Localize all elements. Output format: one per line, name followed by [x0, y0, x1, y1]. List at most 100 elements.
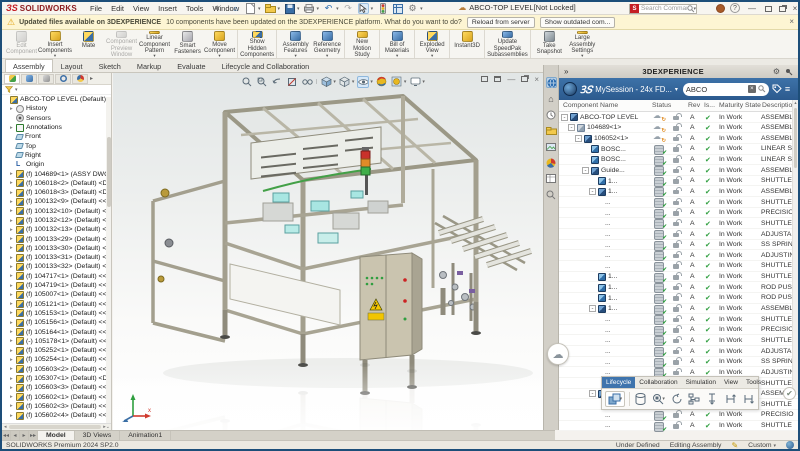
ribbon-button[interactable]: Edit Component ▾ [5, 30, 38, 58]
options-dropdown-icon[interactable]: ▾ [420, 6, 423, 12]
graphics-viewport[interactable]: | ▾ ▾ ▾ ▾ ▾ — × [113, 73, 543, 430]
component-row[interactable]: 1... A ✔ In Work ROD PUSHE [559, 293, 798, 304]
tree-item[interactable]: ▸ (f) 100132<12> (Default) <<Defa [2, 216, 111, 225]
col-component-name[interactable]: Component Name [563, 102, 618, 109]
command-tab[interactable]: Evaluate [169, 59, 213, 72]
structure-icon[interactable] [687, 392, 701, 406]
tree-item[interactable]: ▸ (f) 100133<31> (Default) <<Defa [2, 253, 111, 262]
platform-globe-icon[interactable] [563, 82, 577, 96]
panel-tab[interactable]: Lifecycle [602, 377, 635, 388]
print-dropdown-icon[interactable]: ▾ [317, 6, 320, 12]
ribbon-button[interactable]: Reference Geometry ▾ [312, 30, 345, 58]
menu-item[interactable]: Edit [111, 4, 124, 13]
component-row[interactable]: ... A ✔ In Work PRECISION [559, 208, 798, 219]
tab-display-manager[interactable] [72, 74, 88, 84]
model-tab[interactable]: Model [38, 431, 75, 440]
row-expand-icon[interactable] [596, 337, 603, 344]
command-tab[interactable]: Markup [129, 59, 169, 72]
tab-configuration-manager[interactable] [38, 74, 54, 84]
row-expand-icon[interactable] [596, 199, 603, 206]
cad-model[interactable] [113, 73, 543, 430]
tree-item[interactable]: ▸ (-) 105178<1> (Default) <<Defa [2, 337, 111, 346]
tabs-scroll-left-icon[interactable]: ◂ [11, 431, 20, 440]
tab-dimxpert-manager[interactable] [55, 74, 71, 84]
model-tab[interactable]: 3D Views [75, 431, 121, 440]
component-row[interactable]: ... A ✔ In Work SHUTTLE PI [559, 197, 798, 208]
tree-item[interactable]: ▸ (f) 105603<2> (Default) <<Defa [2, 365, 111, 374]
notification-close-icon[interactable]: × [789, 17, 794, 26]
session-chevron-icon[interactable]: ▾ [675, 86, 678, 93]
component-row[interactable]: ... A ✔ In Work SHUTTLE R [559, 261, 798, 272]
tree-item[interactable]: ▸ (f) 104719<1> (Default) <<Defa [2, 281, 111, 290]
new-document-icon[interactable] [245, 3, 256, 14]
component-row[interactable]: - 1... A ✔ In Work ASSEMBLY, [559, 186, 798, 197]
col-status[interactable]: Status [652, 102, 671, 109]
previous-view-icon[interactable] [271, 76, 283, 88]
row-expand-icon[interactable] [596, 316, 603, 323]
col-rev[interactable]: Rev [688, 102, 700, 109]
new-window-icon[interactable] [481, 75, 488, 84]
view-settings-icon[interactable] [409, 76, 421, 88]
row-expand-icon[interactable]: - [589, 390, 596, 397]
options-icon[interactable]: ⚙ [407, 3, 418, 14]
3dexperience-tab-icon[interactable] [546, 77, 557, 88]
reload-from-server-button[interactable]: Reload from server [467, 17, 535, 28]
tree-item[interactable]: ▸ (f) 105164<1> (Default) <<Defa [2, 327, 111, 336]
close-button[interactable]: × [789, 3, 800, 14]
search-tab-icon[interactable] [546, 189, 557, 200]
row-expand-icon[interactable]: - [589, 188, 596, 195]
search-dropdown-icon[interactable]: ▾ [693, 6, 696, 12]
doc-minimize-icon[interactable]: — [507, 75, 515, 84]
tree-vertical-scrollbar[interactable] [106, 97, 111, 423]
row-expand-icon[interactable] [596, 348, 603, 355]
units-selector[interactable]: Custom ▾ [748, 442, 776, 449]
doc-close-icon[interactable]: × [534, 75, 539, 84]
lifecycle-actions-icon[interactable]: ▾ [605, 391, 625, 407]
tree-item[interactable]: Top [2, 141, 111, 150]
tabs-scroll-last-icon[interactable]: ▸▸ [29, 431, 38, 440]
recent-tab-icon[interactable] [546, 109, 557, 120]
tree-horizontal-scrollbar[interactable]: ◂ ▸ ⌄ [2, 423, 112, 430]
row-expand-icon[interactable] [596, 359, 603, 366]
row-expand-icon[interactable] [596, 242, 603, 249]
row-expand-icon[interactable] [596, 210, 603, 217]
tree-item[interactable]: ▸ (f) 100132<13> (Default) <<Defa [2, 225, 111, 234]
tree-item[interactable]: ▸ (f) 105603<3> (Default) <<Defa [2, 383, 111, 392]
view-orientation-icon[interactable] [320, 76, 332, 88]
component-row[interactable]: - ABCO-TOP LEVEL A ✔ In Work ASSEMBLY, [559, 112, 798, 123]
custom-properties-tab-icon[interactable] [546, 173, 557, 184]
section-view-icon[interactable] [286, 76, 298, 88]
command-tab[interactable]: Assembly [5, 59, 53, 72]
panel-search-box[interactable]: ABCO × [683, 83, 769, 96]
tree-item[interactable]: ▸ (f) 100132<10> (Default) <<Defa [2, 207, 111, 216]
component-row[interactable]: ... A ✔ In Work SHUTTLE PI [559, 218, 798, 229]
show-outdated-button[interactable]: Show outdated com... [540, 17, 616, 28]
zoom-to-area-icon[interactable] [256, 76, 268, 88]
ribbon-button[interactable]: Show Hidden Components ▾ [240, 30, 277, 58]
apply-scene-dropdown-icon[interactable]: ▾ [404, 79, 407, 85]
command-tab[interactable]: Layout [53, 59, 91, 72]
home-tab-icon[interactable]: ⌂ [546, 93, 557, 104]
tree-item[interactable]: ▸ (f) 100133<32> (Default) <<Defa [2, 262, 111, 271]
tree-item[interactable]: ▸ (f) 106018<2> (Default) <Default [2, 179, 111, 188]
component-row[interactable]: 1... A ✔ In Work SHUTTLE C [559, 176, 798, 187]
edit-appearance-icon[interactable] [376, 76, 388, 88]
tree-item[interactable]: ▸ (f) 105121<1> (Default) <<Defa [2, 300, 111, 309]
ribbon-button[interactable]: Insert Components ▾ [38, 30, 72, 58]
component-row[interactable]: - 106052<1> A ✔ In Work ASSEMBLY, [559, 133, 798, 144]
row-expand-icon[interactable] [596, 263, 603, 270]
tree-item[interactable]: Front [2, 132, 111, 141]
tree-item[interactable]: ▸ (f) 100132<9> (Default) <<Defa [2, 197, 111, 206]
model-tab[interactable]: Animation1 [120, 431, 171, 440]
ribbon-button[interactable]: Mate ▾ [72, 30, 105, 58]
tree-item[interactable]: ▸ (f) 105602<3> (Default) <<Defa [2, 402, 111, 411]
table-vertical-scrollbar[interactable]: ▴ [792, 100, 798, 395]
tree-item[interactable]: Right [2, 151, 111, 160]
refresh-icon[interactable] [670, 392, 684, 406]
row-expand-icon[interactable]: - [582, 167, 589, 174]
insert-component-icon[interactable] [705, 392, 719, 406]
search-commands-box[interactable]: S Search Commands ▾ [629, 4, 697, 14]
window-layout-button[interactable] [762, 3, 774, 14]
command-tab[interactable]: Lifecycle and Collaboration [214, 59, 318, 72]
panel-menu-icon[interactable]: ≡ [785, 84, 790, 94]
